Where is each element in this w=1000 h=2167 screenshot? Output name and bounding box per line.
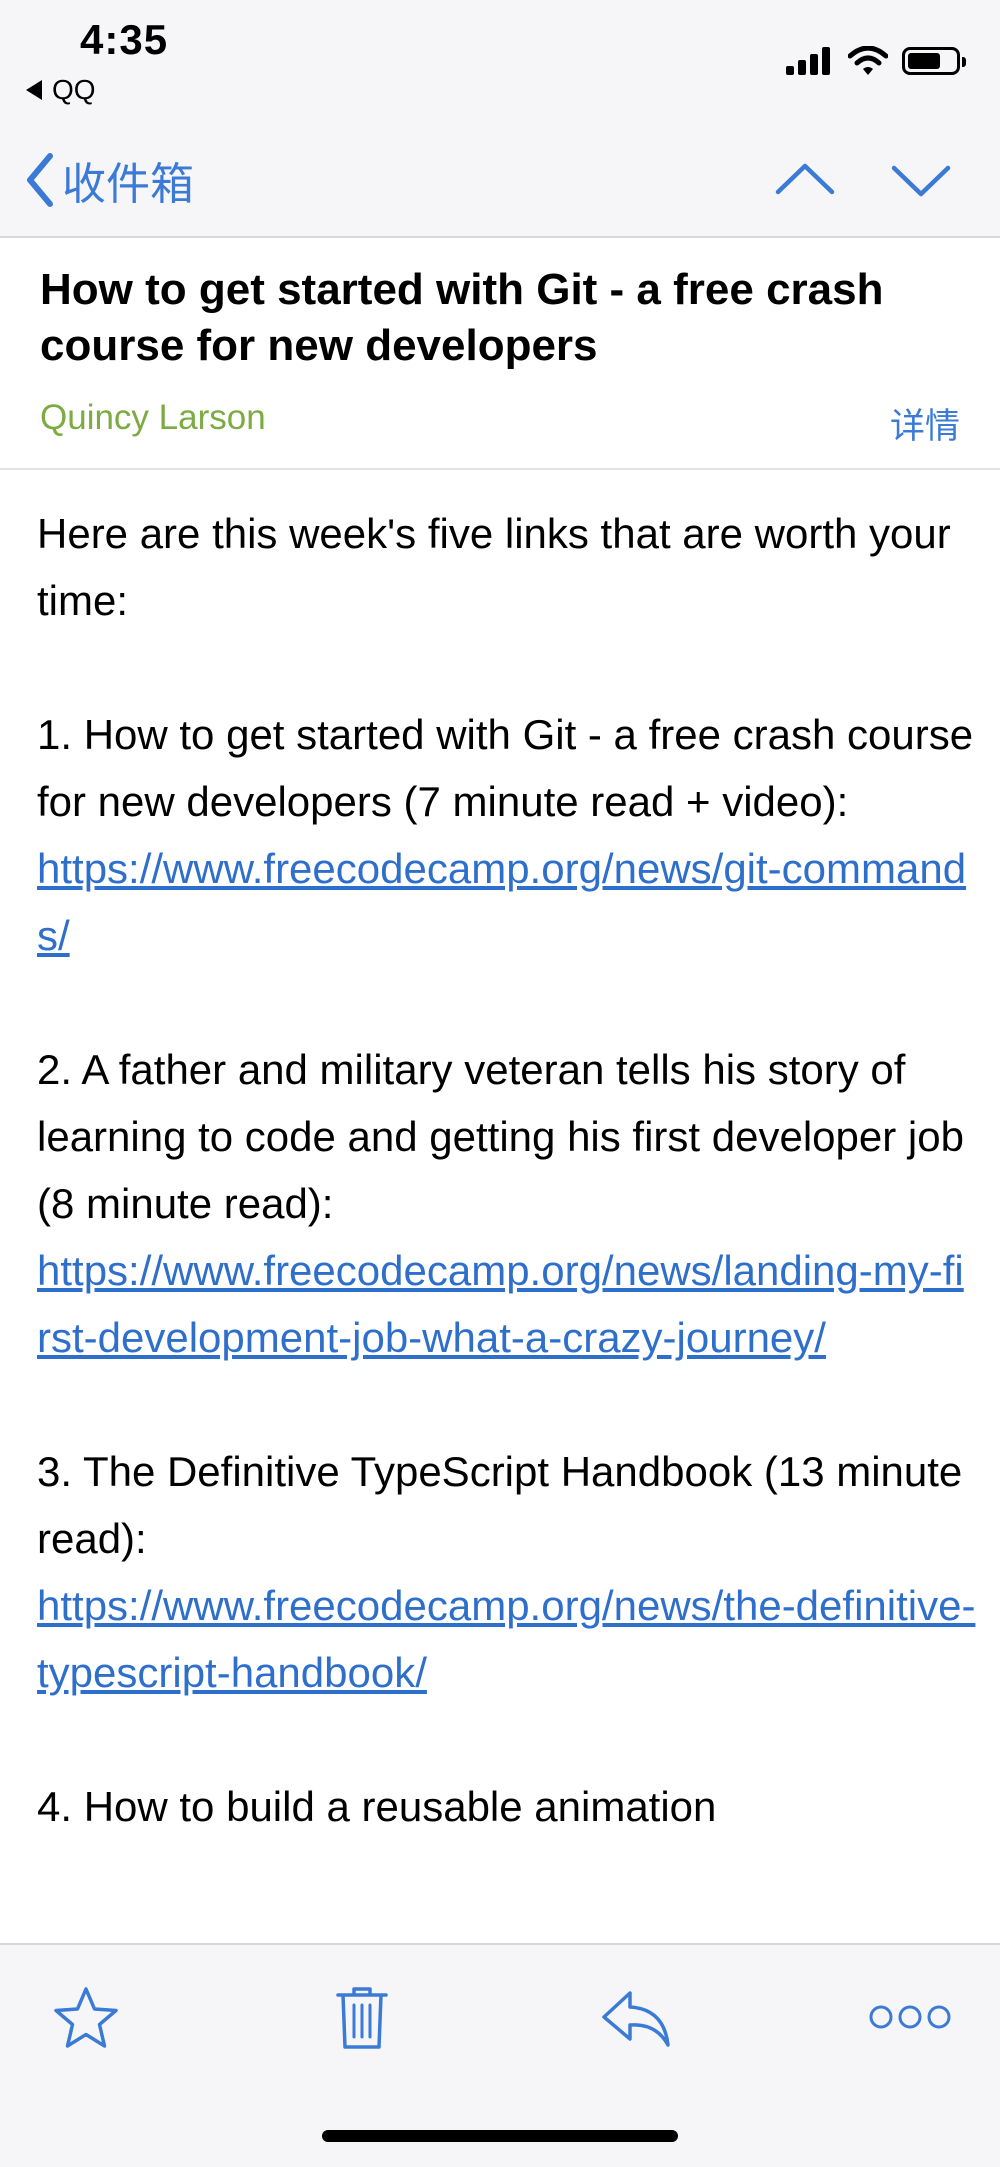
- back-triangle-icon: [26, 80, 42, 100]
- item-text: 3. The Definitive TypeScript Handbook (1…: [37, 1448, 963, 1562]
- item-text: 1. How to get started with Git - a free …: [37, 711, 974, 825]
- email-subject: How to get started with Git - a free cra…: [40, 265, 884, 370]
- item-link[interactable]: https://www.freecodecamp.org/news/the-de…: [37, 1582, 975, 1696]
- nav-bar: 收件箱: [0, 130, 1000, 238]
- item-text: 2. A father and military veteran tells h…: [37, 1046, 964, 1227]
- list-item: 1. How to get started with Git - a free …: [37, 701, 977, 969]
- inbox-back-button[interactable]: 收件箱: [22, 148, 194, 212]
- star-icon[interactable]: [52, 1985, 120, 2051]
- item-link[interactable]: https://www.freecodecamp.org/news/landin…: [37, 1247, 964, 1361]
- email-intro: Here are this week's five links that are…: [37, 510, 951, 624]
- list-item: 4. How to build a reusable animation: [37, 1773, 977, 1840]
- home-indicator[interactable]: [322, 2130, 678, 2142]
- back-app-label: QQ: [52, 74, 96, 105]
- status-bar: 4:35 QQ: [0, 0, 1000, 130]
- item-text: 4. How to build a reusable animation: [37, 1783, 717, 1830]
- status-icons: [786, 46, 966, 76]
- details-button[interactable]: 详情: [890, 398, 960, 449]
- status-time: 4:35: [80, 16, 169, 63]
- wifi-icon: [848, 46, 888, 75]
- list-item: 3. The Definitive TypeScript Handbook (1…: [37, 1438, 977, 1706]
- message-nav-arrows: [722, 154, 954, 210]
- more-icon[interactable]: [868, 1999, 952, 2035]
- chevron-left-icon: [27, 153, 53, 207]
- list-item: 2. A father and military veteran tells h…: [37, 1036, 977, 1371]
- inbox-back-label: 收件箱: [62, 160, 194, 209]
- battery-icon: [902, 47, 966, 75]
- trash-icon[interactable]: [334, 1985, 390, 2051]
- item-link[interactable]: https://www.freecodecamp.org/news/git-co…: [37, 845, 966, 959]
- reply-icon[interactable]: [600, 1985, 672, 2051]
- signal-icon: [786, 47, 834, 75]
- mail-header: How to get started with Git - a free cra…: [0, 238, 1000, 470]
- email-body: Here are this week's five links that are…: [37, 500, 977, 1907]
- chevron-down-icon[interactable]: [888, 154, 954, 210]
- back-to-app-button[interactable]: QQ: [26, 74, 96, 106]
- chevron-up-icon[interactable]: [772, 154, 838, 210]
- email-sender[interactable]: Quincy Larson: [40, 398, 266, 438]
